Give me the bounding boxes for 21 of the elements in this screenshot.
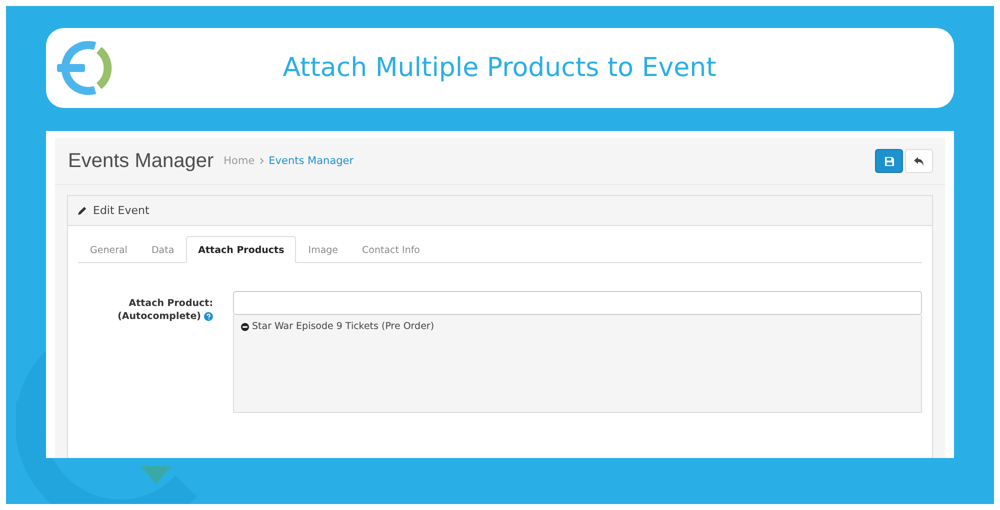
product-search-field[interactable] — [233, 291, 922, 315]
page-title: Events Manager — [68, 150, 214, 172]
pencil-icon — [78, 206, 87, 215]
tab[interactable]: Data — [139, 236, 186, 263]
banner-title: Attach Multiple Products to Event — [282, 53, 718, 83]
breadcrumb-link[interactable]: Home — [224, 155, 255, 167]
tab[interactable]: Image — [296, 236, 350, 263]
tab[interactable]: General — [78, 236, 140, 263]
tab[interactable]: Contact Info — [350, 236, 432, 263]
reply-arrow-icon — [914, 156, 924, 166]
product-name: Star War Episode 9 Tickets (Pre Order) — [252, 321, 434, 332]
tab[interactable]: Attach Products — [186, 236, 296, 263]
remove-icon[interactable] — [241, 322, 249, 330]
chevron-icon — [260, 158, 264, 164]
back-button[interactable] — [905, 149, 933, 173]
field-label: Attach Product: — [128, 297, 213, 310]
breadcrumb-link[interactable]: Events Manager — [268, 155, 354, 167]
panel-title: Edit Event — [93, 204, 150, 217]
help-icon[interactable] — [204, 312, 213, 321]
save-button[interactable] — [875, 149, 903, 173]
field-sublabel: (Autocomplete) — [118, 310, 201, 323]
